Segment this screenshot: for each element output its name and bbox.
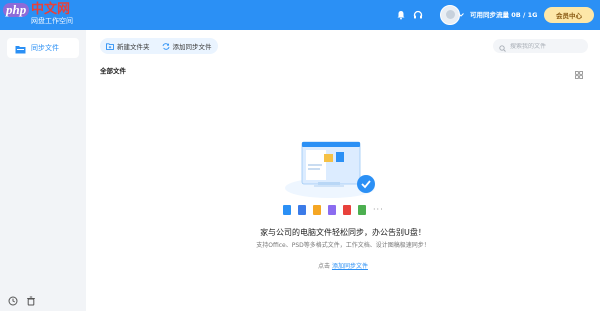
grid-view-icon[interactable] <box>575 64 583 79</box>
sync-quota: 可用同步流量 0B / 1G <box>470 11 538 19</box>
top-header: php 中文网 网盘工作空间 可用同步流量 0B / 1G 会员中心 <box>0 0 600 30</box>
headset-icon[interactable] <box>411 8 425 22</box>
sidebar-item-sync-files[interactable]: 同步文件 <box>7 38 79 58</box>
new-folder-icon <box>106 42 114 50</box>
empty-state-hint: 点击 添加同步文件 <box>0 261 600 270</box>
empty-state-title: 家与公司的电脑文件轻松同步，办公告别U盘！ <box>260 228 426 237</box>
more-icon: ··· <box>373 205 384 214</box>
empty-sync-illustration <box>285 141 375 198</box>
pdf-file-icon <box>343 205 351 215</box>
search-icon <box>499 37 506 56</box>
add-sync-file-button[interactable]: 添加同步文件 <box>156 38 218 54</box>
file-type-icons: ··· <box>283 205 398 215</box>
doc-file-icon <box>283 205 291 215</box>
bell-icon[interactable] <box>394 8 408 22</box>
app-title: 网盘工作空间 <box>31 17 73 25</box>
search-box <box>493 39 588 53</box>
sidebar-item-label: 同步文件 <box>31 44 59 52</box>
word-file-icon <box>298 205 306 215</box>
clock-icon[interactable] <box>8 291 20 306</box>
add-sync-file-label: 添加同步文件 <box>172 43 212 51</box>
hint-prefix: 点击 <box>318 263 331 270</box>
add-sync-file-link[interactable]: 添加同步文件 <box>332 263 368 270</box>
member-center-button[interactable]: 会员中心 <box>544 7 594 23</box>
sync-icon <box>162 42 170 50</box>
folder-icon <box>15 39 26 58</box>
excel-file-icon <box>358 205 366 215</box>
empty-state-subtitle: 支持Office、PSD等多格式文件，工作文档、设计图稿极速同步！ <box>256 242 430 249</box>
section-title: 全部文件 <box>100 67 126 75</box>
php-logo: php <box>3 3 30 17</box>
image-file-icon <box>328 205 336 215</box>
file-action-group: 新建文件夹 添加同步文件 <box>100 38 218 54</box>
trash-icon[interactable] <box>26 291 38 306</box>
new-folder-label: 新建文件夹 <box>117 43 150 51</box>
ppt-file-icon <box>313 205 321 215</box>
search-input[interactable] <box>510 42 588 50</box>
chevron-down-icon[interactable] <box>457 9 465 21</box>
new-folder-button[interactable]: 新建文件夹 <box>100 38 156 54</box>
